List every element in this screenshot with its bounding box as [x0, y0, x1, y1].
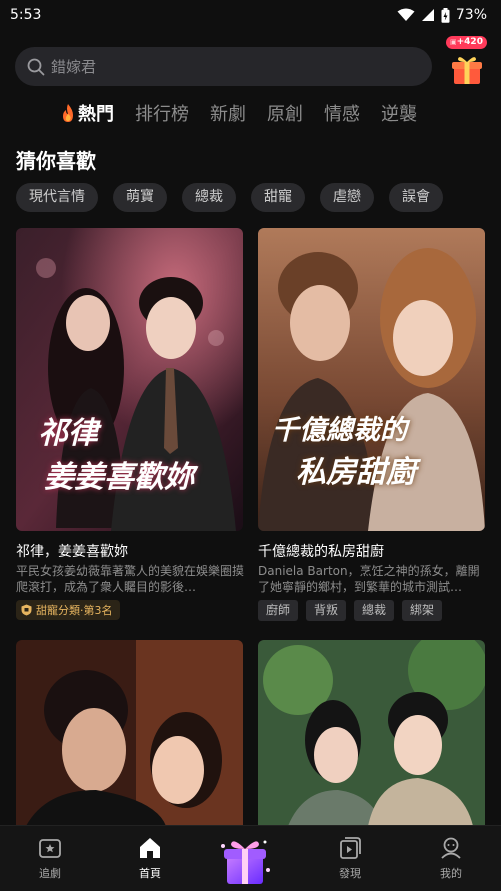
- tag-kidnap[interactable]: 綁架: [402, 600, 443, 621]
- status-bar: 5:53 73%: [0, 0, 501, 30]
- chip-ceo[interactable]: 總裁: [182, 183, 236, 212]
- wifi-icon: [397, 8, 415, 21]
- chip-sweet[interactable]: 甜寵: [251, 183, 305, 212]
- status-icons: 73%: [397, 7, 487, 23]
- signal-icon: [421, 9, 434, 21]
- search-icon: [27, 58, 45, 75]
- chip-cute-baby[interactable]: 萌寶: [113, 183, 167, 212]
- tag-ceo[interactable]: 總裁: [354, 600, 395, 621]
- chip-modern-romance[interactable]: 現代言情: [16, 183, 98, 212]
- gift-box-icon: [452, 57, 482, 84]
- gift-box-icon: [221, 840, 270, 884]
- status-time: 5:53: [10, 7, 42, 23]
- section-title: 猜你喜歡: [16, 149, 96, 173]
- home-icon: [140, 838, 160, 858]
- chip-heartbreak[interactable]: 虐戀: [320, 183, 374, 212]
- nav-me[interactable]: 我的: [421, 836, 481, 881]
- follow-icon: [39, 839, 61, 858]
- drama-poster-2[interactable]: 千億總裁的 私房甜廚: [258, 228, 485, 531]
- search-bar[interactable]: [15, 47, 432, 86]
- discover-icon: [340, 837, 361, 859]
- battery-percent: 73%: [455, 7, 487, 23]
- nav-home[interactable]: 首頁: [120, 836, 180, 881]
- drama-poster-4[interactable]: [258, 640, 485, 826]
- poster-image: [16, 640, 243, 826]
- drama-desc-2: Daniela Barton，烹饪之神的孫女，離開了她寧靜的鄉村，到繁華的城市測…: [258, 564, 480, 594]
- tag-chef[interactable]: 廚師: [258, 600, 299, 621]
- flame-icon: [63, 104, 73, 122]
- drama-desc-1: 平民女孩姜幼薇靠著驚人的美貌在娛樂圈摸爬滾打，成為了衆人矚目的影後…: [16, 564, 245, 594]
- rank-badge: 甜寵分類·第3名: [16, 600, 120, 620]
- profile-icon: [441, 837, 461, 859]
- rank-shield-icon: [21, 604, 32, 616]
- tag-betrayal[interactable]: 背叛: [306, 600, 347, 621]
- genre-chips: 現代言情 萌寶 總裁 甜寵 虐戀 誤會: [16, 183, 443, 212]
- gift-badge: ▣+420: [446, 36, 487, 49]
- tab-ranking[interactable]: 排行榜: [135, 100, 189, 126]
- battery-icon: [441, 7, 450, 23]
- poster-calligraphy-2: 千億總裁的 私房甜廚: [272, 415, 416, 490]
- nav-discover[interactable]: 發現: [320, 836, 380, 881]
- tab-new[interactable]: 新劇: [210, 100, 246, 126]
- search-input[interactable]: [51, 57, 391, 76]
- tab-comeback[interactable]: 逆襲: [381, 100, 417, 126]
- tab-original[interactable]: 原創: [267, 100, 303, 126]
- tab-romance[interactable]: 情感: [324, 100, 360, 126]
- category-tabs: 熱門 排行榜 新劇 原創 情感 逆襲: [60, 100, 438, 126]
- gift-reward-button[interactable]: ▣+420: [446, 36, 490, 88]
- poster-image: [258, 640, 485, 826]
- tab-hot[interactable]: 熱門: [60, 100, 114, 126]
- drama-poster-1[interactable]: 祁律 姜姜喜歡妳: [16, 228, 243, 531]
- nav-gift-button[interactable]: [213, 832, 277, 888]
- drama-title-2[interactable]: 千億總裁的私房甜廚: [258, 541, 384, 561]
- poster-calligraphy-1: 祁律 姜姜喜歡妳: [38, 416, 194, 495]
- chip-misunderstanding[interactable]: 誤會: [389, 183, 443, 212]
- drama-poster-3[interactable]: [16, 640, 243, 826]
- nav-follow[interactable]: 追劇: [20, 836, 80, 881]
- drama-title-1[interactable]: 祁律，姜姜喜歡妳: [16, 541, 128, 561]
- drama-tags-2: 廚師 背叛 總裁 綁架: [258, 600, 443, 621]
